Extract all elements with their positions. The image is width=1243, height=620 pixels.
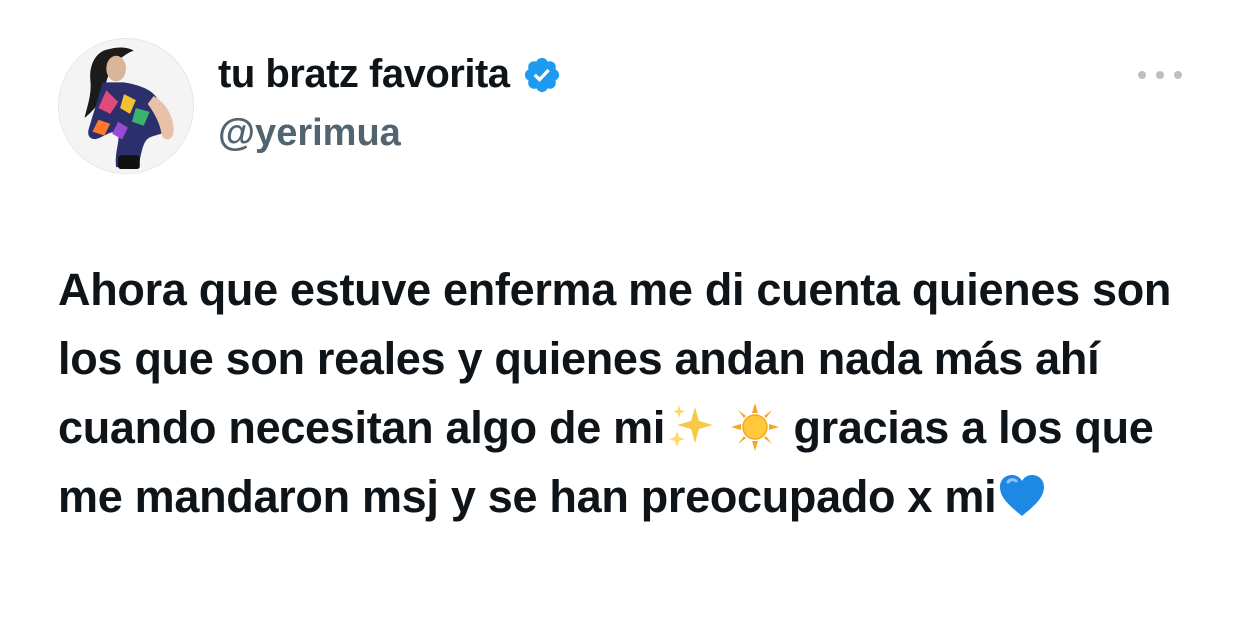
display-name[interactable]: tu bratz favorita <box>218 52 510 97</box>
more-options-icon[interactable] <box>1138 60 1182 90</box>
sparkles-emoji-icon <box>665 401 717 453</box>
more-dot <box>1174 71 1182 79</box>
avatar-image <box>59 39 193 173</box>
more-dot <box>1156 71 1164 79</box>
avatar[interactable] <box>58 38 194 174</box>
verified-badge-icon <box>524 57 559 92</box>
blue-heart-emoji-icon <box>996 470 1048 522</box>
more-dot <box>1138 71 1146 79</box>
user-handle[interactable]: @yerimua <box>218 112 401 155</box>
user-name-row: tu bratz favorita <box>218 52 562 97</box>
tweet-text: Ahora que estuve enferma me di cuenta qu… <box>58 255 1188 531</box>
sun-emoji-icon <box>729 401 781 453</box>
tweet-card: tu bratz favorita @yerimua Ahora que est… <box>0 0 1243 620</box>
